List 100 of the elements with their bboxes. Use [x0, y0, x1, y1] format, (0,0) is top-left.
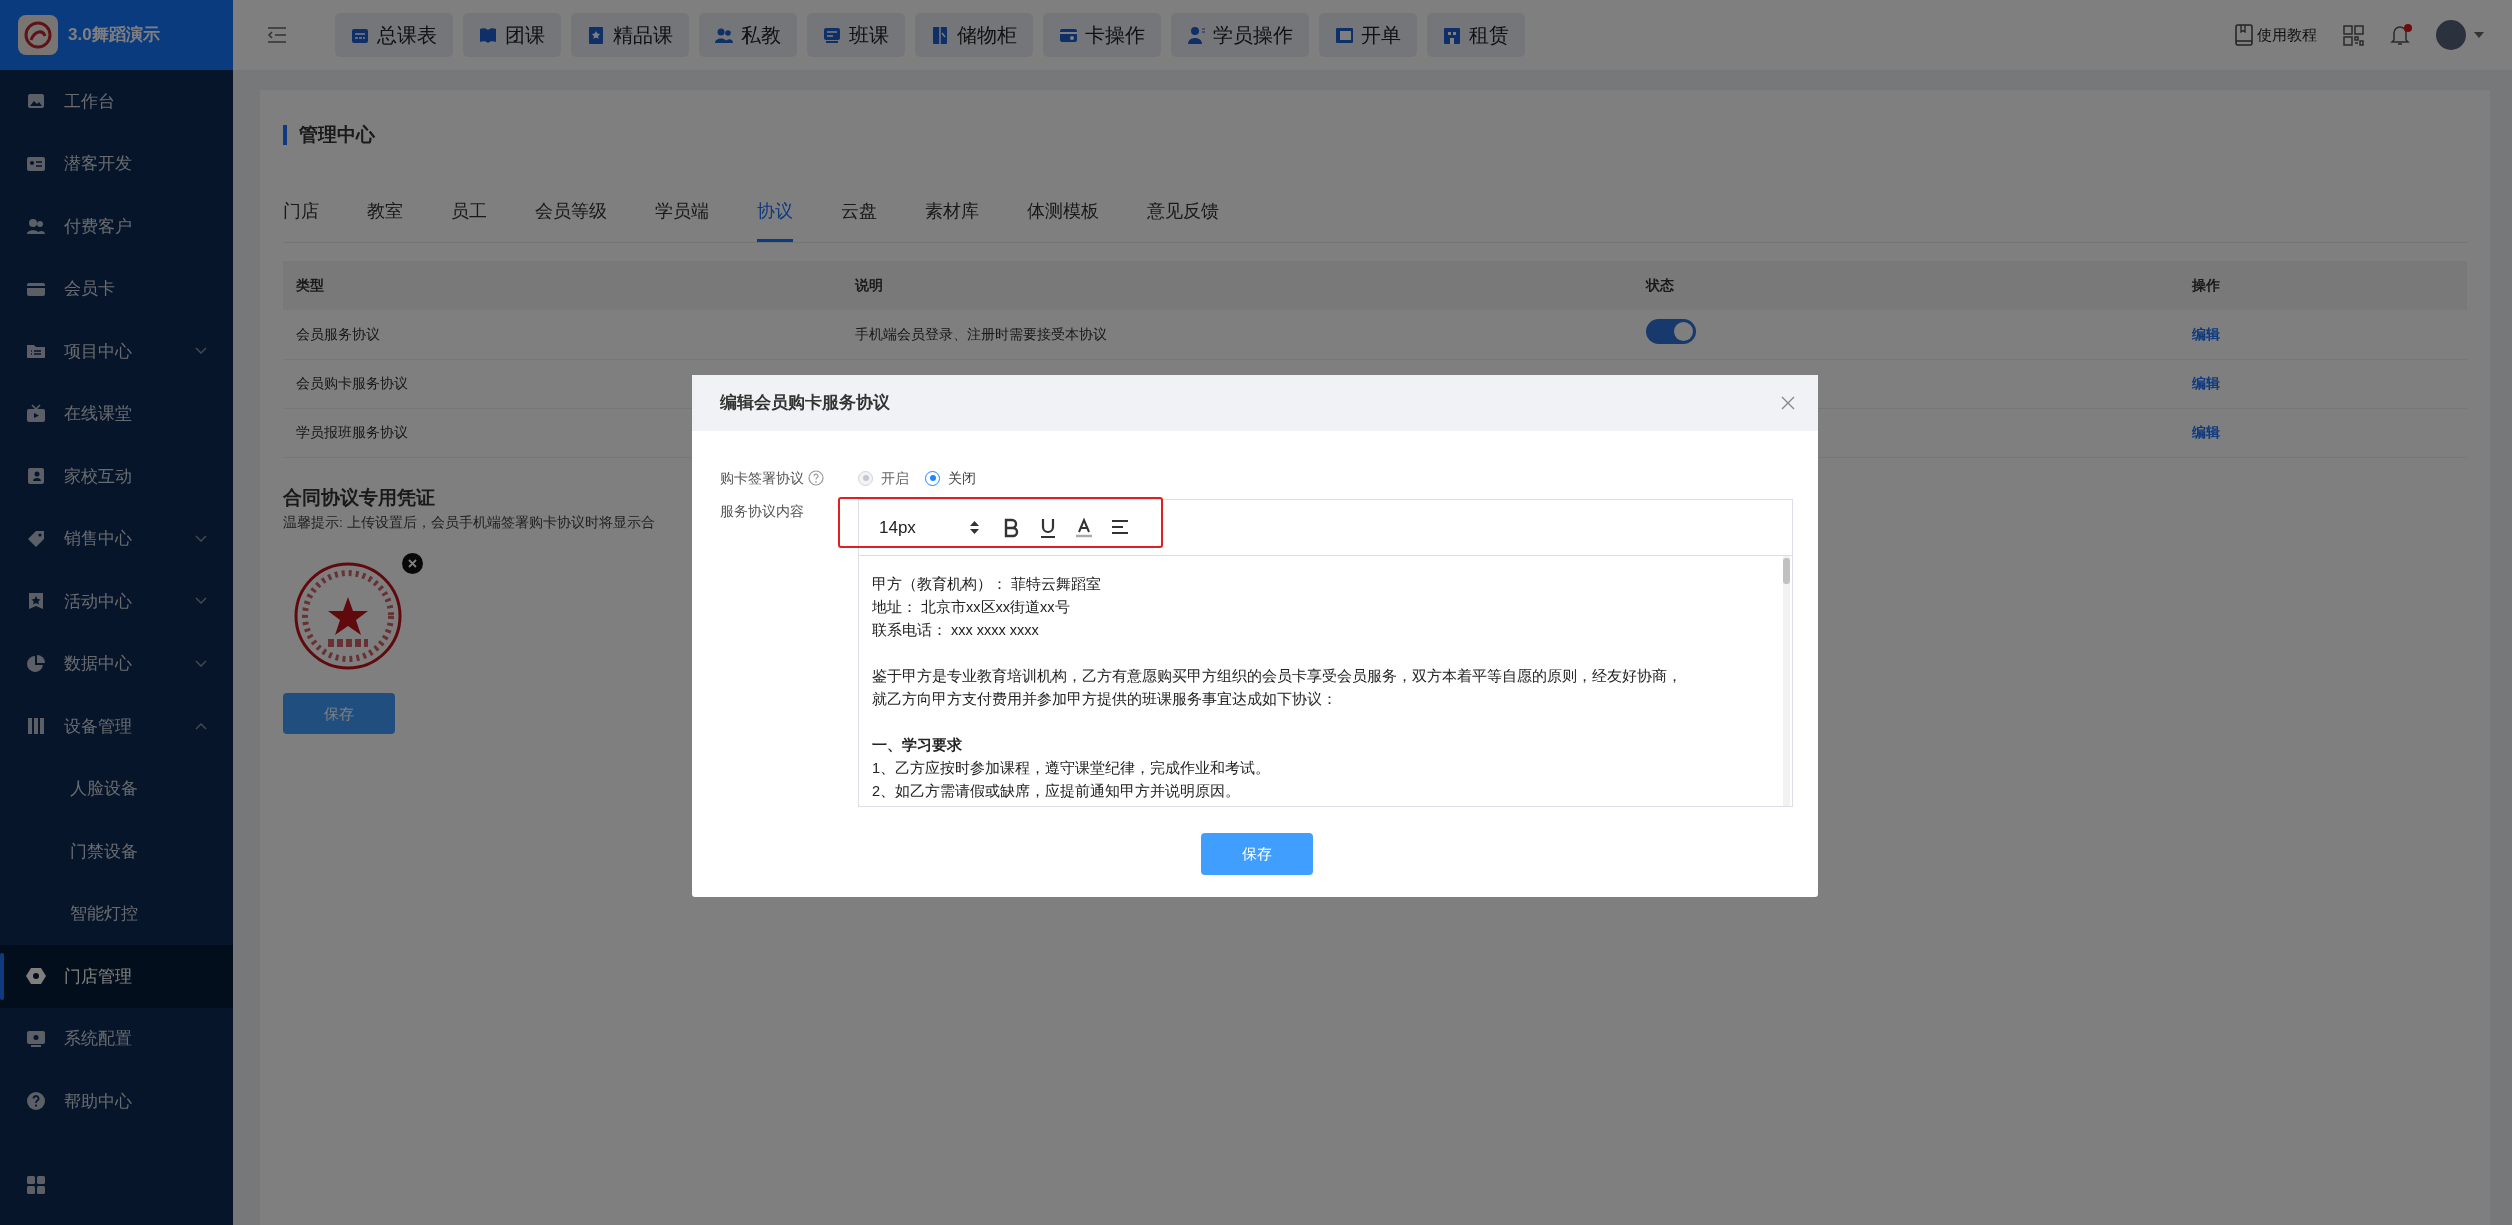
tab[interactable]: 云盘	[841, 198, 877, 242]
tab[interactable]: 门店	[283, 198, 319, 242]
editor-text: 就乙方向甲方支付费用并参加甲方提供的班课服务事宜达成如下协议：	[872, 690, 1338, 709]
editor-text: 1、乙方应按时参加课程，遵守课堂纪律，完成作业和考试。	[872, 759, 1272, 778]
edit-link[interactable]: 编辑	[2191, 424, 2220, 440]
shortcut-button[interactable]: 私教	[699, 13, 797, 57]
editor-text: 鉴于甲方是专业教育培训机构，乙方有意愿购买甲方组织的会员卡享受会员服务，双方本着平等自愿的原则，经友好协商，	[872, 667, 1683, 686]
hexagon-icon	[26, 966, 46, 987]
sidebar-item[interactable]: 活动中心	[0, 570, 233, 633]
shortcut-button[interactable]: 卡操作	[1043, 13, 1161, 57]
contacts-icon	[26, 466, 46, 487]
sidebar-item[interactable]: 门店管理	[0, 945, 233, 1008]
sidebar-item[interactable]: 在线课堂	[0, 382, 233, 445]
card-icon	[1059, 26, 1077, 44]
sidebar-subitem[interactable]: 人脸设备	[0, 757, 233, 820]
hint-text: 温馨提示: 上传设置后，会员手机端签署购卡协议时将显示合	[283, 514, 655, 532]
section-title: 合同协议专用凭证	[283, 485, 435, 510]
sidebar-item[interactable]: 项目中心	[0, 320, 233, 383]
page-title: 管理中心	[283, 125, 2467, 145]
book-icon	[2235, 24, 2253, 46]
columns-icon	[26, 716, 46, 737]
shortcut-button[interactable]: 租赁	[1427, 13, 1525, 57]
bell-icon[interactable]	[2390, 24, 2410, 47]
users-icon	[26, 216, 46, 237]
close-icon	[408, 559, 417, 569]
sidebar-subitem[interactable]: 门禁设备	[0, 820, 233, 883]
shortcut-button[interactable]: 开单	[1319, 13, 1417, 57]
table-cell: 手机端会员登录、注册时需要接受本协议	[842, 310, 1633, 359]
sidebar-item[interactable]: 设备管理	[0, 695, 233, 758]
column-header: 状态	[1632, 261, 2179, 310]
sidebar-subitem[interactable]: 智能灯控	[0, 882, 233, 945]
sidebar-item[interactable]: 家校互动	[0, 445, 233, 508]
column-header: 说明	[842, 261, 1633, 310]
window-icon	[1335, 26, 1353, 44]
tab[interactable]: 学员端	[655, 198, 709, 242]
close-icon	[1780, 395, 1796, 411]
table-cell: 会员服务协议	[283, 310, 843, 359]
apps-icon[interactable]	[26, 1175, 46, 1195]
shortcut-button[interactable]: 班课	[807, 13, 905, 57]
building-icon	[1443, 26, 1461, 44]
sidebar-item[interactable]: 会员卡	[0, 257, 233, 320]
edit-link[interactable]: 编辑	[2191, 325, 2220, 342]
sidebar-item[interactable]: 付费客户	[0, 195, 233, 258]
scrollbar[interactable]	[1783, 556, 1790, 806]
shortcut-button[interactable]: 团课	[463, 13, 561, 57]
tv-icon	[26, 403, 46, 424]
calendar-icon	[351, 26, 369, 44]
menu-fold-icon[interactable]	[267, 26, 287, 44]
sidebar-item[interactable]: 数据中心	[0, 632, 233, 695]
users-icon	[715, 26, 733, 44]
field-label: 服务协议内容	[720, 502, 804, 521]
shortcut-button[interactable]: 学员操作	[1171, 13, 1309, 57]
tab[interactable]: 协议	[757, 198, 793, 242]
editor-text: 2、如乙方需请假或缺席，应提前通知甲方并说明原因。	[872, 782, 1242, 801]
caret-icon[interactable]	[2474, 32, 2484, 38]
sidebar-item[interactable]: 潜客开发	[0, 132, 233, 195]
edit-link[interactable]: 编辑	[2191, 375, 2220, 391]
shortcut-button[interactable]: 精品课	[571, 13, 689, 57]
font-size-select[interactable]: 14px	[879, 514, 987, 541]
monitor-icon	[26, 1028, 46, 1049]
remove-button[interactable]	[402, 553, 423, 575]
column-header: 操作	[2178, 261, 2467, 310]
monitor-icon	[823, 26, 841, 44]
close-button[interactable]	[1780, 395, 1796, 411]
pie-chart-icon	[26, 653, 46, 674]
status-switch[interactable]	[1645, 318, 1696, 344]
shortcut-button[interactable]: 总课表	[335, 13, 453, 57]
shortcut-button[interactable]: 储物柜	[915, 13, 1033, 57]
sidebar-item[interactable]: 销售中心	[0, 507, 233, 570]
tab[interactable]: 员工	[451, 198, 487, 242]
save-button[interactable]: 保存	[1200, 833, 1313, 875]
badge-icon	[26, 591, 46, 612]
sort-icon	[969, 521, 979, 534]
help-icon	[26, 1091, 46, 1112]
cabinet-icon	[931, 26, 949, 44]
tab[interactable]: 素材库	[925, 198, 979, 242]
editor-heading: 一、学习要求	[872, 736, 963, 755]
tab[interactable]: 意见反馈	[1147, 198, 1219, 242]
field-label: 购卡签署协议	[720, 468, 804, 488]
column-header: 类型	[283, 261, 843, 310]
sidebar-item[interactable]: 工作台	[0, 70, 233, 133]
tutorial-link[interactable]: 使用教程	[2235, 23, 2317, 47]
user-icon	[1187, 26, 1205, 44]
app-name: 3.0舞蹈演示	[68, 24, 160, 47]
editor-text: 地址： 北京市xx区xx街道xx号	[872, 598, 1071, 617]
editor-text: 联系电话： xxx xxxx xxxx	[872, 621, 1040, 640]
help-icon[interactable]	[808, 470, 824, 486]
sidebar-item[interactable]: 帮助中心	[0, 1070, 233, 1133]
save-button[interactable]: 保存	[283, 693, 395, 735]
radio-option[interactable]: 关闭	[925, 467, 976, 489]
tab[interactable]: 会员等级	[535, 198, 607, 242]
tab[interactable]: 体测模板	[1027, 198, 1099, 242]
qr-code-icon[interactable]	[2343, 24, 2364, 46]
book-icon	[479, 26, 497, 44]
tab[interactable]: 教室	[367, 198, 403, 242]
bookmark-icon	[587, 26, 605, 44]
rich-text-editor[interactable]	[858, 499, 1793, 807]
logo-icon	[23, 20, 53, 50]
tag-icon	[26, 528, 46, 549]
avatar[interactable]	[2436, 20, 2466, 50]
